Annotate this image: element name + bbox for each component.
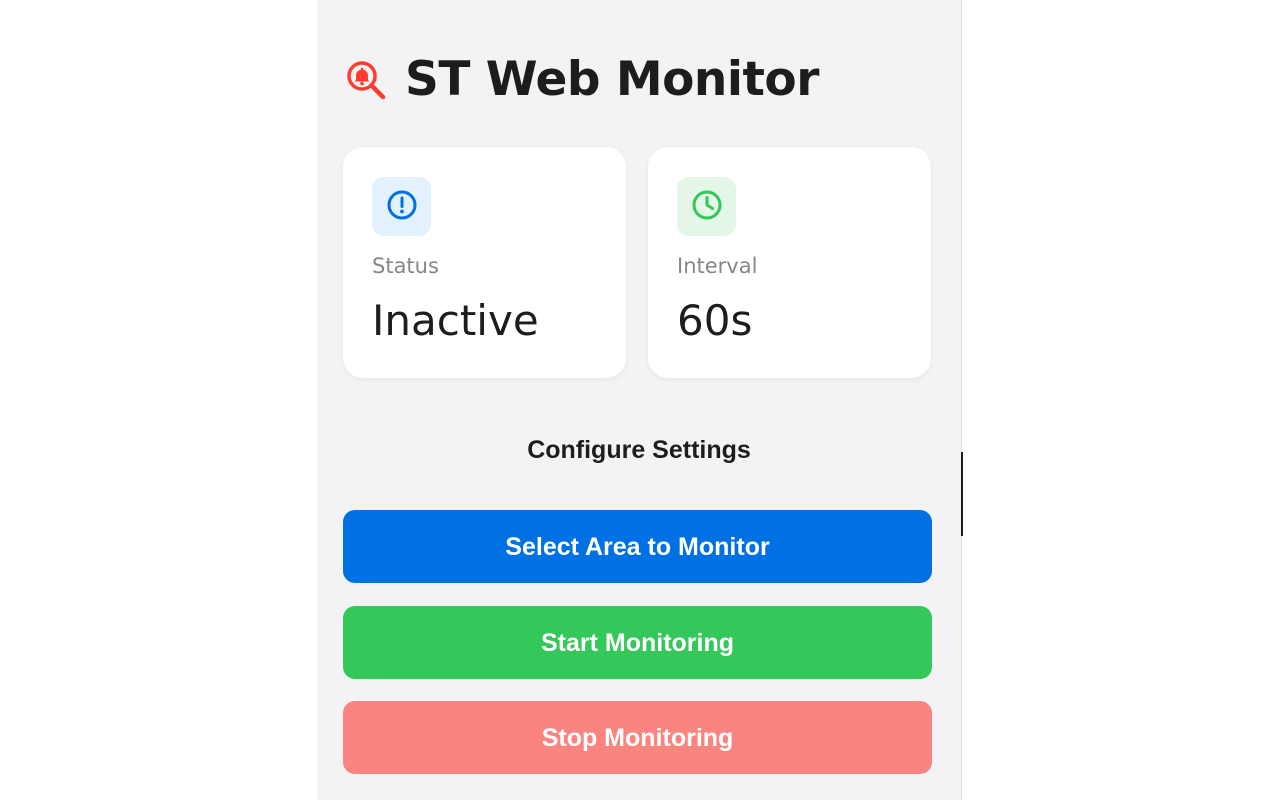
window-edge (961, 452, 963, 536)
interval-card: Interval 60s (648, 147, 931, 378)
status-value: Inactive (372, 296, 539, 345)
app-title: ST Web Monitor (405, 52, 819, 107)
status-card: Status Inactive (343, 147, 626, 378)
header: ST Web Monitor (345, 52, 819, 108)
interval-label: Interval (677, 254, 758, 278)
interval-icon-container (677, 177, 736, 236)
interval-value: 60s (677, 296, 753, 345)
status-icon-container (372, 177, 431, 236)
alert-circle-icon (386, 189, 418, 225)
status-label: Status (372, 254, 439, 278)
magnifier-bell-icon (345, 59, 387, 101)
monitor-panel: ST Web Monitor Status Inactive Interval … (317, 0, 962, 800)
select-area-button[interactable]: Select Area to Monitor (343, 510, 932, 583)
start-monitoring-button[interactable]: Start Monitoring (343, 606, 932, 679)
stop-monitoring-button[interactable]: Stop Monitoring (343, 701, 932, 774)
clock-icon (691, 189, 723, 225)
settings-title: Configure Settings (527, 436, 751, 464)
